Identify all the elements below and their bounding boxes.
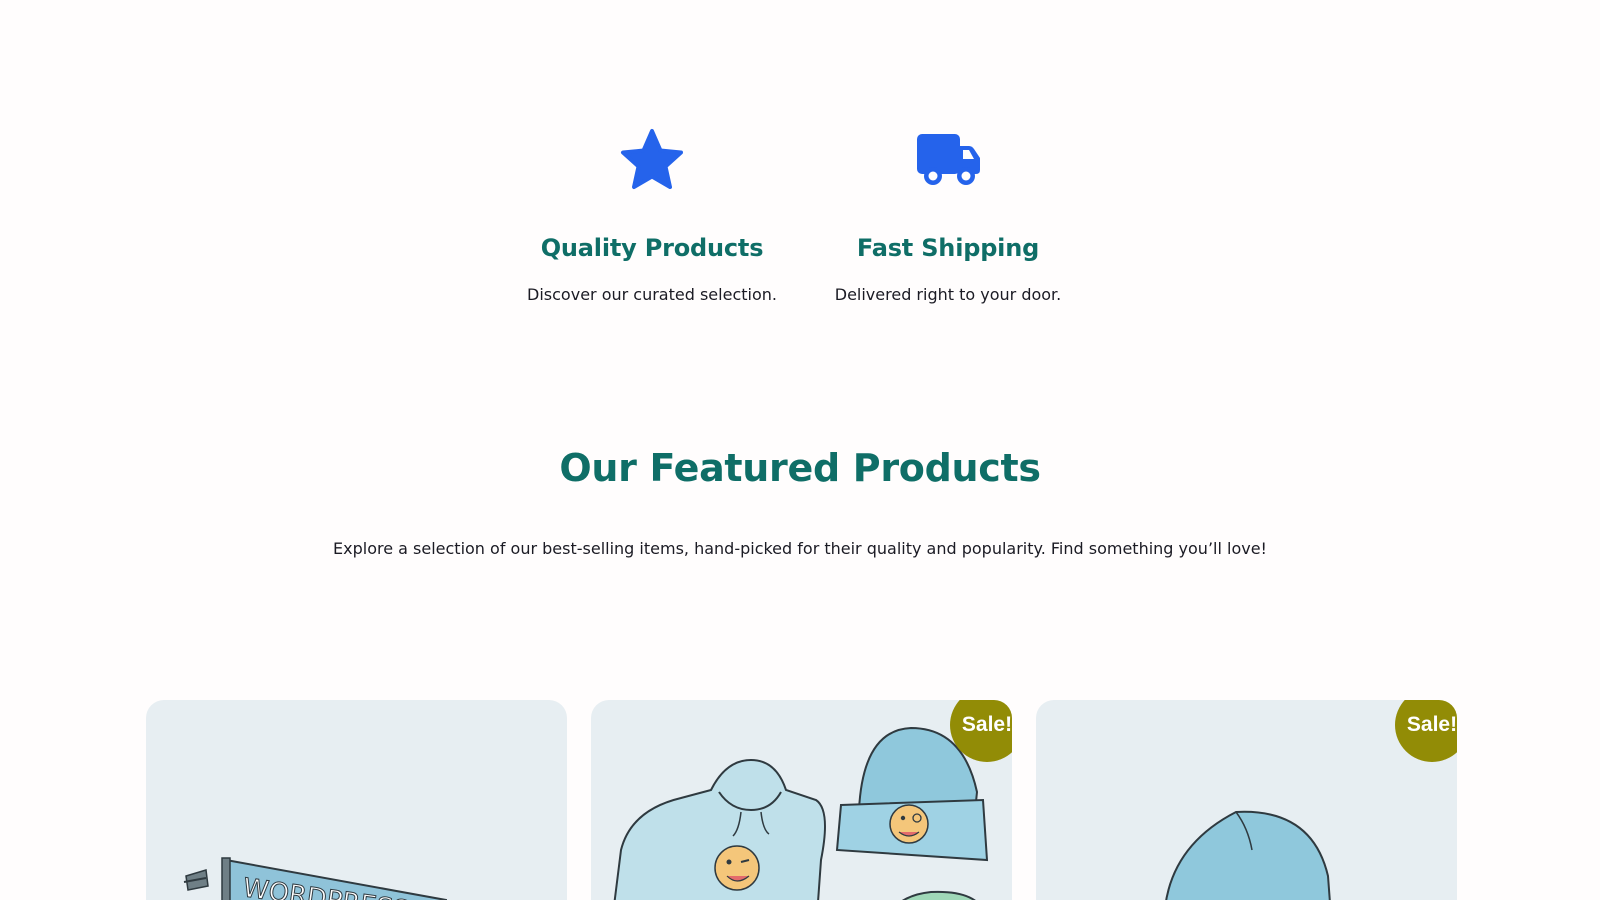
featured-products-title: Our Featured Products — [559, 446, 1041, 490]
feature-title: Quality Products — [540, 234, 764, 262]
product-card-beanie[interactable]: Sale! — [1036, 700, 1457, 900]
feature-description: Discover our curated selection. — [527, 284, 777, 304]
featured-products-description: Explore a selection of our best-selling … — [333, 539, 1267, 558]
feature-quality: Quality Products Discover our curated se… — [506, 126, 798, 304]
hoodie-beanie-image — [613, 726, 989, 900]
product-card-hoodie-beanie[interactable]: Sale! — [591, 700, 1012, 900]
truck-icon — [917, 134, 980, 185]
features-section: Quality Products Discover our curated se… — [0, 126, 1600, 304]
beanie-image — [1165, 810, 1331, 900]
pennant-image: WORDPRESS — [183, 857, 447, 900]
feature-shipping: Fast Shipping Delivered right to your do… — [802, 126, 1094, 304]
feature-title: Fast Shipping — [856, 234, 1040, 262]
product-card-pennant[interactable]: WORDPRESS — [146, 700, 567, 900]
page: Quality Products Discover our curated se… — [0, 0, 1600, 900]
star-icon — [621, 129, 683, 189]
feature-description: Delivered right to your door. — [834, 284, 1062, 304]
